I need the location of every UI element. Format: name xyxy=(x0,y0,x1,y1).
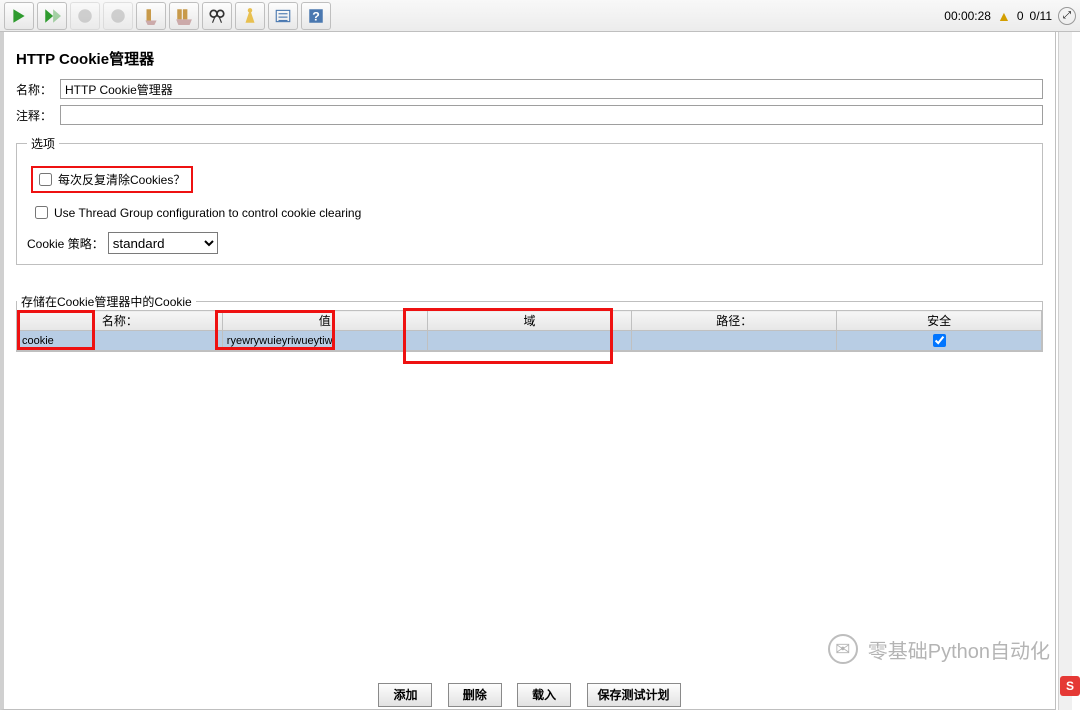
expand-icon[interactable]: ⤢ xyxy=(1058,7,1076,25)
reset-search-button[interactable] xyxy=(235,2,265,30)
cookies-legend: 存储在Cookie管理器中的Cookie xyxy=(17,293,196,310)
delete-button[interactable]: 删除 xyxy=(448,683,502,707)
clear-button[interactable] xyxy=(136,2,166,30)
main-panel: HTTP Cookie管理器 名称： 注释： 选项 每次反复清除Cookies？… xyxy=(0,32,1056,710)
save-button[interactable]: 保存测试计划 xyxy=(587,683,681,707)
comment-field[interactable] xyxy=(60,105,1043,125)
use-thread-group-checkbox[interactable] xyxy=(35,206,48,219)
cell-secure[interactable] xyxy=(837,331,1042,351)
policy-select[interactable]: standard xyxy=(108,232,218,254)
options-fieldset: 选项 每次反复清除Cookies？ Use Thread Group confi… xyxy=(16,135,1043,265)
col-name[interactable]: 名称： xyxy=(18,311,223,331)
cell-value[interactable]: ryewrywuieyriwueytiw xyxy=(222,331,427,351)
function-helper-button[interactable] xyxy=(268,2,298,30)
use-thread-group-label: Use Thread Group configuration to contro… xyxy=(54,206,361,220)
timer-label: 00:00:28 xyxy=(944,9,991,23)
secure-checkbox[interactable] xyxy=(933,334,946,347)
run-no-timer-button[interactable] xyxy=(37,2,67,30)
page-title: HTTP Cookie管理器 xyxy=(16,48,1043,69)
policy-label: Cookie 策略： xyxy=(27,235,104,252)
col-domain[interactable]: 域 xyxy=(427,311,632,331)
button-row: 添加 删除 载入 保存测试计划 xyxy=(4,683,1055,707)
cookies-fieldset: 存储在Cookie管理器中的Cookie 名称： 值 域 路径： 安全 cook… xyxy=(16,293,1043,352)
add-button[interactable]: 添加 xyxy=(378,683,432,707)
stop-button xyxy=(70,2,100,30)
col-value[interactable]: 值 xyxy=(222,311,427,331)
ime-badge[interactable]: S xyxy=(1060,676,1080,696)
warning-icon: ▲ xyxy=(997,8,1011,24)
toolbar: ? 00:00:28 ▲ 0 0/11 ⤢ xyxy=(0,0,1080,32)
search-button[interactable] xyxy=(202,2,232,30)
comment-label: 注释： xyxy=(16,107,60,124)
clear-each-checkbox[interactable] xyxy=(39,173,52,186)
name-field[interactable] xyxy=(60,79,1043,99)
clear-all-button[interactable] xyxy=(169,2,199,30)
col-secure[interactable]: 安全 xyxy=(837,311,1042,331)
clear-each-highlight: 每次反复清除Cookies？ xyxy=(31,166,193,193)
name-label: 名称： xyxy=(16,81,60,98)
vertical-scrollbar[interactable] xyxy=(1058,32,1072,710)
clear-each-label: 每次反复清除Cookies？ xyxy=(58,171,185,188)
cell-path[interactable] xyxy=(632,331,837,351)
cookies-table: 名称： 值 域 路径： 安全 cookie ryewrywuieyriwueyt… xyxy=(17,310,1042,351)
load-button[interactable]: 载入 xyxy=(517,683,571,707)
table-row[interactable]: cookie ryewrywuieyriwueytiw xyxy=(18,331,1042,351)
warn-count: 0 xyxy=(1017,9,1024,23)
cell-domain[interactable] xyxy=(427,331,632,351)
table-header-row: 名称： 值 域 路径： 安全 xyxy=(18,311,1042,331)
thread-counter: 0/11 xyxy=(1030,9,1052,23)
svg-text:?: ? xyxy=(312,9,320,23)
shutdown-button xyxy=(103,2,133,30)
help-button[interactable]: ? xyxy=(301,2,331,30)
options-legend: 选项 xyxy=(27,135,59,152)
col-path[interactable]: 路径： xyxy=(632,311,837,331)
run-button[interactable] xyxy=(4,2,34,30)
cell-name[interactable]: cookie xyxy=(18,331,223,351)
